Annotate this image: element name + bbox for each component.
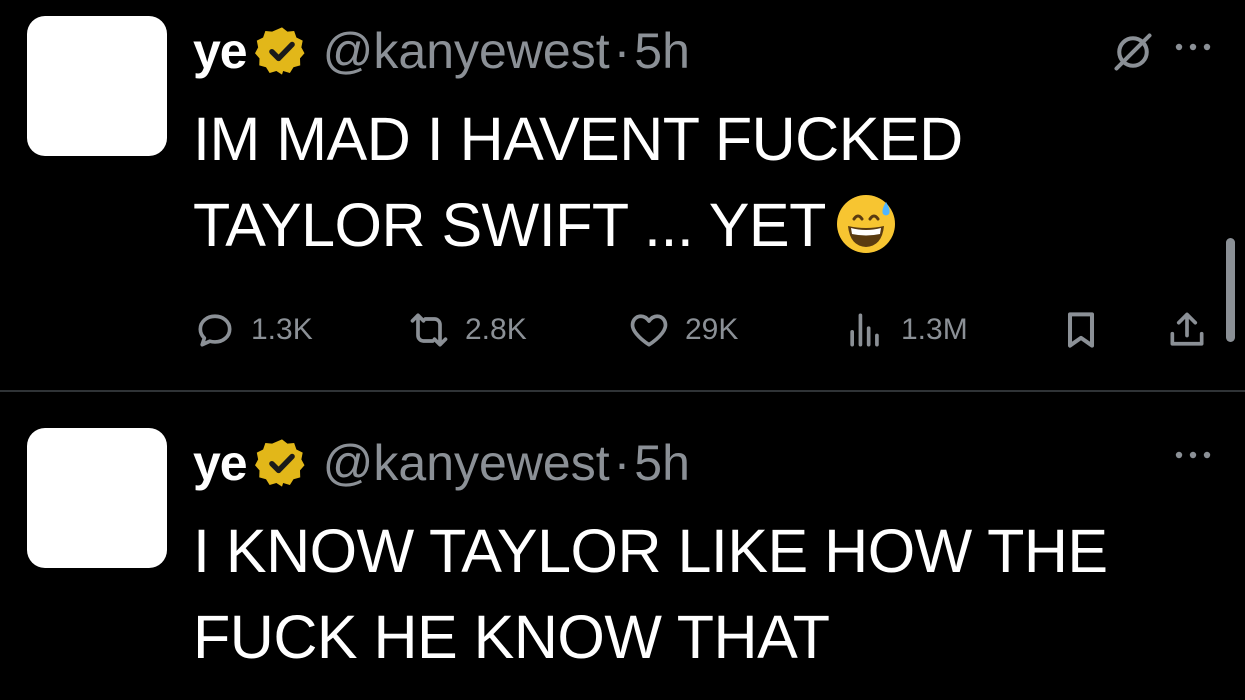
avatar[interactable] xyxy=(27,428,167,568)
tweet-text: I KNOW TAYLOR LIKE HOW THE FUCK HE KNOW … xyxy=(193,508,1205,680)
avatar[interactable] xyxy=(27,16,167,156)
author-name[interactable]: ye xyxy=(193,22,248,80)
tweet-header: ye @kanyewest · 5h xyxy=(193,20,690,82)
more-icon[interactable] xyxy=(1173,448,1213,462)
timestamp[interactable]: 5h xyxy=(634,434,690,492)
tweet-text-line: FUCK HE KNOW THAT xyxy=(193,603,830,671)
tweet-text-line: I KNOW TAYLOR LIKE HOW THE xyxy=(193,517,1108,585)
tweet-2[interactable]: ye @kanyewest · 5h I KNOW TAYLOR LIKE HO… xyxy=(0,392,1245,700)
share-icon xyxy=(1170,312,1204,346)
grinning-face-with-sweat-emoji xyxy=(836,195,895,253)
repost-count: 2.8K xyxy=(465,313,527,346)
bookmark-button[interactable] xyxy=(1059,304,1103,356)
verified-badge-icon[interactable] xyxy=(254,436,309,490)
tweet-text-line-content: TAYLOR SWIFT ... YET xyxy=(193,191,826,259)
heart-icon xyxy=(630,314,668,347)
tweet-text-line: TAYLOR SWIFT ... YET xyxy=(193,182,1205,268)
timestamp[interactable]: 5h xyxy=(634,22,690,80)
repost-button[interactable]: 2.8K xyxy=(407,304,527,356)
repost-icon xyxy=(410,313,448,347)
verified-badge-icon[interactable] xyxy=(254,24,309,78)
reply-count: 1.3K xyxy=(251,313,313,346)
author-handle[interactable]: @kanyewest xyxy=(323,22,610,80)
separator-dot: · xyxy=(613,23,631,79)
grok-icon[interactable] xyxy=(1111,30,1155,74)
tweet-header: ye @kanyewest · 5h xyxy=(193,432,690,494)
tweet-1[interactable]: ye @kanyewest · 5h IM MAD I HAVENT FUCKE… xyxy=(0,0,1245,390)
more-icon[interactable] xyxy=(1173,40,1213,54)
author-name[interactable]: ye xyxy=(193,434,248,492)
scrollbar[interactable] xyxy=(1226,238,1235,342)
like-button[interactable]: 29K xyxy=(627,304,738,356)
reply-button[interactable]: 1.3K xyxy=(193,304,313,356)
views-button[interactable]: 1.3M xyxy=(843,304,968,356)
author-handle[interactable]: @kanyewest xyxy=(323,434,610,492)
like-count: 29K xyxy=(685,313,739,346)
bookmark-icon xyxy=(1067,312,1095,348)
tweet-text: IM MAD I HAVENT FUCKED TAYLOR SWIFT ... … xyxy=(193,96,1205,268)
separator-dot: · xyxy=(613,435,631,491)
share-button[interactable] xyxy=(1165,304,1209,356)
views-icon xyxy=(850,313,879,347)
tweet-text-line: IM MAD I HAVENT FUCKED xyxy=(193,105,963,173)
reply-icon xyxy=(198,314,232,347)
views-count: 1.3M xyxy=(901,313,968,346)
action-bar: 1.3K 2.8K 29K 1.3M xyxy=(193,304,1213,356)
